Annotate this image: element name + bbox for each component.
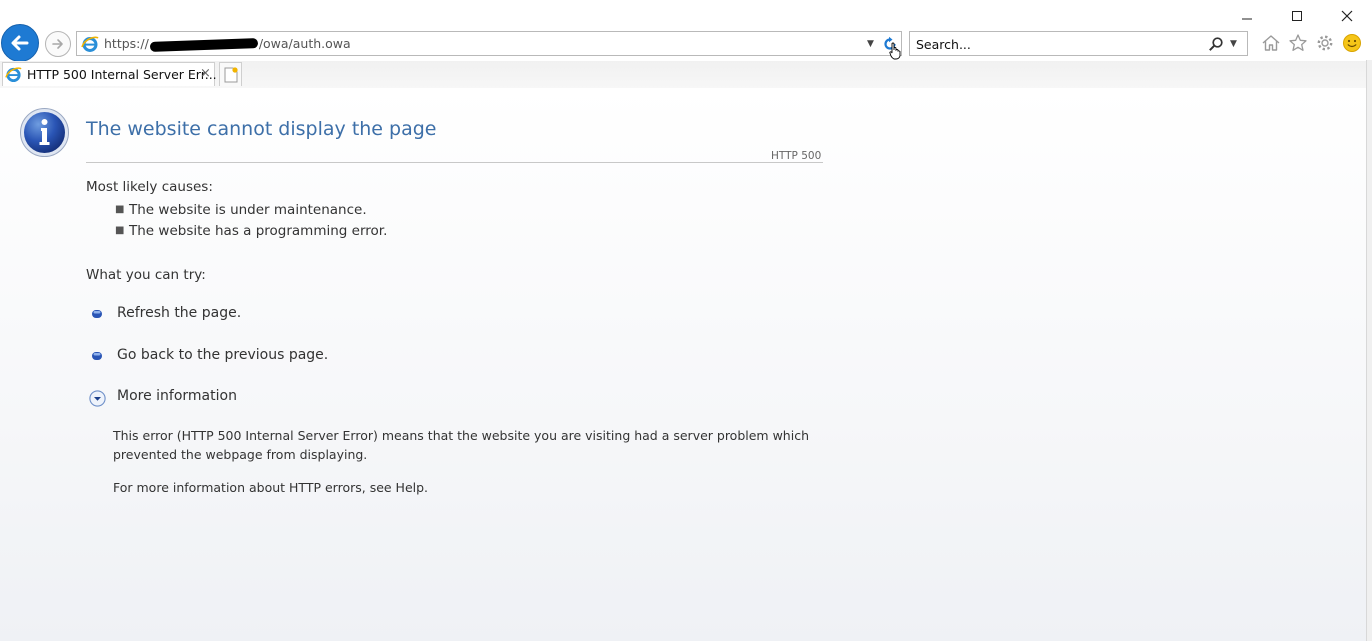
tab-active[interactable]: HTTP 500 Internal Server Err... × <box>2 62 217 86</box>
details-line: This error (HTTP 500 Internal Server Err… <box>113 428 809 443</box>
browser-chrome: https:// /owa/auth.owa ▼ ▼ <box>0 0 1372 88</box>
minimize-icon <box>1242 18 1252 20</box>
error-code: HTTP 500 <box>771 150 822 162</box>
more-information-label: More information <box>117 388 237 404</box>
blue-bullet-icon <box>92 352 102 360</box>
title-divider <box>86 162 823 163</box>
bullet-icon: ■ <box>115 204 125 215</box>
chevron-down-icon <box>89 390 106 407</box>
gear-icon <box>1317 35 1333 51</box>
go-back-action-text: Go back to the previous page. <box>117 347 329 363</box>
home-button[interactable] <box>1260 32 1282 54</box>
cause-item: ■ The website has a programming error. <box>115 223 387 239</box>
back-button[interactable] <box>1 24 39 62</box>
window-controls <box>1222 0 1372 32</box>
feedback-button[interactable] <box>1341 32 1363 54</box>
blue-bullet-icon <box>92 310 102 318</box>
refresh-action-text: Refresh the page. <box>117 305 242 321</box>
search-bar[interactable]: ▼ <box>909 31 1248 56</box>
cause-text: The website is under maintenance. <box>129 202 367 218</box>
try-label: What you can try: <box>86 267 206 283</box>
page-title: The website cannot display the page <box>86 118 437 140</box>
mouse-cursor-icon <box>889 42 901 60</box>
address-url: https:// /owa/auth.owa <box>104 36 351 52</box>
causes-label: Most likely causes: <box>86 179 213 195</box>
error-details: This error (HTTP 500 Internal Server Err… <box>113 426 809 464</box>
help-info: For more information about HTTP errors, … <box>113 480 429 495</box>
address-bar[interactable]: https:// /owa/auth.owa ▼ <box>76 31 902 56</box>
tools-button[interactable] <box>1314 32 1336 54</box>
bullet-icon: ■ <box>115 225 125 236</box>
home-icon <box>1262 35 1280 51</box>
address-dropdown-icon[interactable]: ▼ <box>867 39 874 49</box>
cause-item: ■ The website is under maintenance. <box>115 202 367 218</box>
url-prefix: https:// <box>104 36 149 51</box>
star-icon <box>1289 34 1307 51</box>
cause-text: The website has a programming error. <box>129 223 388 239</box>
info-icon <box>20 108 69 157</box>
arrow-right-icon <box>52 39 63 49</box>
maximize-icon <box>1292 11 1302 21</box>
favorites-button[interactable] <box>1287 32 1309 54</box>
tab-title: HTTP 500 Internal Server Err... <box>27 67 217 82</box>
url-suffix: /owa/auth.owa <box>258 36 351 51</box>
search-dropdown-icon[interactable]: ▼ <box>1230 39 1237 49</box>
arrow-left-icon <box>11 35 29 51</box>
scrollbar-edge[interactable] <box>1366 60 1372 641</box>
search-icon[interactable] <box>1208 36 1224 52</box>
details-line: prevented the webpage from displaying. <box>113 447 368 462</box>
maximize-button[interactable] <box>1272 0 1322 32</box>
page-content: The website cannot display the page HTTP… <box>0 88 1366 641</box>
smiley-icon <box>1343 34 1361 52</box>
ie-logo-icon <box>81 36 99 52</box>
close-window-button[interactable] <box>1322 0 1372 32</box>
browser-window: https:// /owa/auth.owa ▼ ▼ <box>0 0 1372 641</box>
ie-logo-icon <box>5 67 22 83</box>
tab-close-icon[interactable]: × <box>200 66 211 81</box>
url-redaction <box>149 37 258 52</box>
search-input[interactable] <box>916 35 1196 53</box>
minimize-button[interactable] <box>1222 0 1272 32</box>
new-tab-icon <box>224 66 238 82</box>
close-icon <box>1341 10 1353 22</box>
new-tab-button[interactable] <box>219 62 242 86</box>
forward-button[interactable] <box>45 31 71 57</box>
